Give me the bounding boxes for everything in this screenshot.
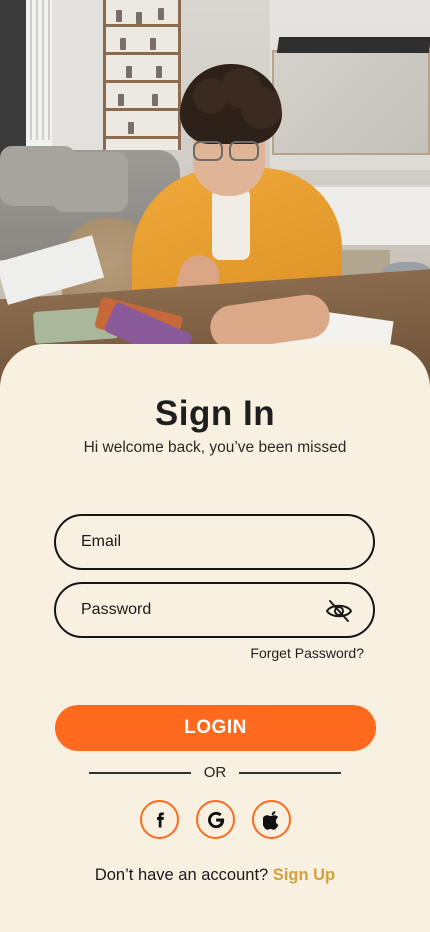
signup-prompt: Don’t have an account? Sign Up <box>0 866 430 885</box>
signup-prompt-text: Don’t have an account? <box>94 866 269 884</box>
page-title: Sign In <box>154 394 276 433</box>
apple-login-button[interactable] <box>252 800 291 839</box>
page-subtitle: Hi welcome back, you’ve been missed <box>83 439 347 456</box>
email-input[interactable] <box>56 516 373 568</box>
hero-dark-shelf <box>276 37 430 53</box>
facebook-icon <box>156 812 164 827</box>
divider-line-right <box>239 772 341 774</box>
signup-link[interactable]: Sign Up <box>273 866 335 884</box>
hero-photo <box>0 0 430 392</box>
facebook-login-button[interactable] <box>140 800 179 839</box>
hero-window <box>30 0 50 140</box>
google-icon <box>207 811 224 828</box>
email-field[interactable] <box>54 514 375 570</box>
apple-icon <box>262 810 278 830</box>
or-divider: OR <box>89 764 341 782</box>
login-button[interactable]: LOGIN <box>55 705 376 751</box>
password-field[interactable] <box>54 582 375 638</box>
google-login-button[interactable] <box>196 800 235 839</box>
hero-shelf <box>103 0 181 150</box>
hero-wall-art <box>272 50 430 155</box>
forgot-password-link[interactable]: Forget Password? <box>250 645 364 661</box>
eye-slash-icon[interactable] <box>325 598 353 624</box>
